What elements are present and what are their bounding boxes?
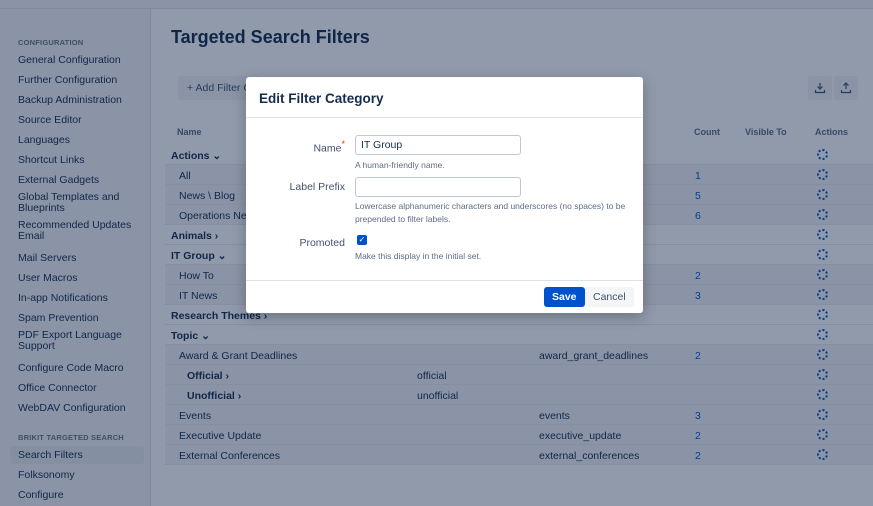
edit-filter-category-dialog: Edit Filter Category Name* IT Group A hu… (246, 77, 643, 313)
save-button[interactable]: Save (544, 287, 585, 307)
cancel-button[interactable]: Cancel (585, 287, 634, 307)
label-prefix-field-label: Label Prefix (289, 181, 345, 193)
dialog-header-divider (246, 117, 643, 118)
name-label-text: Name (313, 142, 342, 155)
name-help-text: A human-friendly name. (355, 160, 445, 170)
promoted-checkbox[interactable]: ✓ (357, 235, 367, 245)
label-prefix-help-text: Lowercase alphanumeric characters and un… (355, 201, 626, 224)
label-prefix-input[interactable] (355, 177, 521, 197)
promoted-help-text: Make this display in the initial set. (355, 251, 482, 261)
promoted-field-label: Promoted (299, 237, 345, 249)
name-input[interactable]: IT Group (355, 135, 521, 155)
dialog-title: Edit Filter Category (259, 91, 384, 106)
required-marker: * (341, 139, 345, 149)
dialog-footer-divider (246, 280, 643, 281)
name-field-label: Name* (246, 139, 345, 155)
checkmark-icon: ✓ (358, 235, 366, 244)
